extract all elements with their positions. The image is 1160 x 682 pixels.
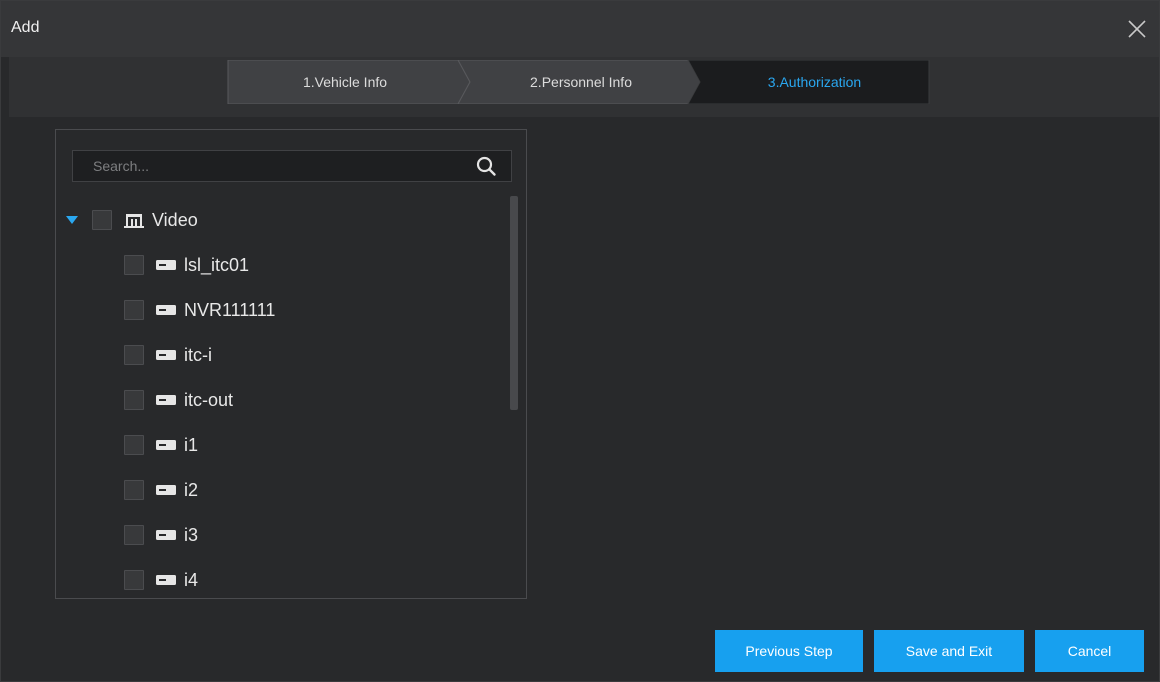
device-icon [156, 302, 178, 318]
video-organization-icon [124, 212, 146, 228]
device-tree-panel: Video lsl_itc01 NVR111111 itc-i [55, 129, 527, 599]
device-icon [156, 257, 178, 273]
dialog-title: Add [11, 19, 40, 36]
close-icon [1128, 20, 1146, 38]
tree-node-label: NVR111111 [184, 299, 276, 320]
device-icon [156, 347, 178, 363]
step-vehicle-info: 1.Vehicle Info [302, 74, 388, 90]
search-box [72, 150, 512, 182]
tree-node-label: itc-out [184, 389, 234, 410]
tree-node-video[interactable]: Video [66, 205, 198, 235]
expand-toggle[interactable] [66, 215, 78, 225]
save-and-exit-button[interactable]: Save and Exit [874, 630, 1024, 672]
search-icon [476, 156, 496, 176]
device-icon [156, 392, 178, 408]
tree-node-device[interactable]: lsl_itc01 [124, 250, 249, 280]
tree-checkbox[interactable] [124, 570, 144, 590]
step-indicator: 1.Vehicle Info 2.Personnel Info 3.Author… [226, 60, 931, 104]
tree-node-label: i3 [184, 524, 199, 545]
tree-scrollbar[interactable] [510, 196, 518, 410]
tree-checkbox[interactable] [124, 435, 144, 455]
tree-checkbox[interactable] [92, 210, 112, 230]
tree-node-label: i2 [184, 479, 199, 500]
tree-node-label: i1 [184, 434, 199, 455]
cancel-button[interactable]: Cancel [1035, 630, 1144, 672]
device-icon [156, 527, 178, 543]
tree-checkbox[interactable] [124, 525, 144, 545]
device-icon [156, 482, 178, 498]
add-dialog: Add 1.Vehicle Info 2.Personnel Info 3.Au… [0, 0, 1160, 682]
tree-checkbox[interactable] [124, 300, 144, 320]
tree-node-label: itc-i [184, 344, 212, 365]
triangle-down-icon [66, 216, 78, 224]
tree-node-device[interactable]: i2 [124, 475, 198, 505]
tree-node-device[interactable]: itc-out [124, 385, 233, 415]
tree-node-device[interactable]: i3 [124, 520, 198, 550]
tree-node-device[interactable]: i4 [124, 565, 198, 595]
search-button[interactable] [475, 155, 497, 177]
tree-node-label: Video [152, 209, 198, 230]
tree-checkbox[interactable] [124, 480, 144, 500]
step-personnel-info: 2.Personnel Info [530, 74, 632, 90]
tree-node-label: i4 [184, 569, 199, 590]
step-authorization: 3.Authorization [767, 74, 862, 90]
title-bar: Add [1, 1, 1159, 57]
close-button[interactable] [1121, 11, 1151, 45]
tree-checkbox[interactable] [124, 255, 144, 275]
tree-node-device[interactable]: itc-i [124, 340, 212, 370]
tree-node-device[interactable]: NVR111111 [124, 295, 275, 325]
tree-node-label: lsl_itc01 [184, 254, 250, 275]
device-icon [156, 572, 178, 588]
search-input[interactable] [73, 151, 463, 181]
tree-checkbox[interactable] [124, 345, 144, 365]
tree-checkbox[interactable] [124, 390, 144, 410]
device-icon [156, 437, 178, 453]
previous-step-button[interactable]: Previous Step [715, 630, 863, 672]
tree-node-device[interactable]: i1 [124, 430, 198, 460]
